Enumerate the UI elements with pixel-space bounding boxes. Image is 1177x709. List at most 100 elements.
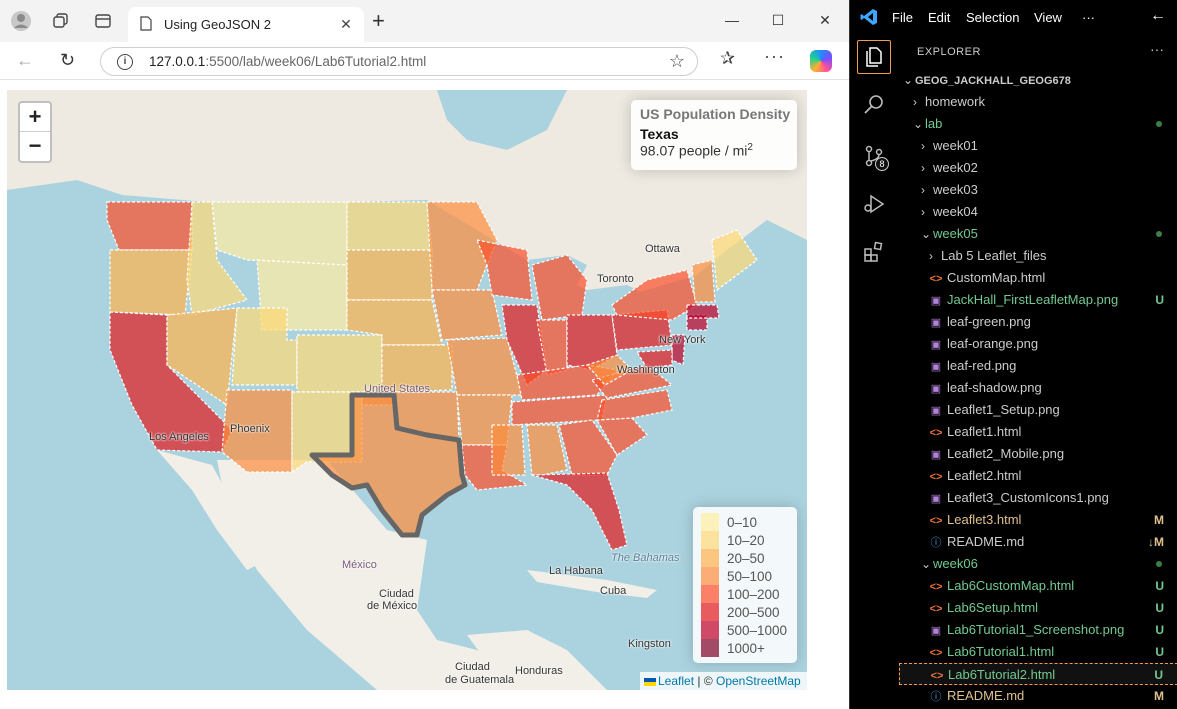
chevron-down-icon[interactable]: ⌄ — [903, 69, 915, 91]
minimize-icon[interactable]: — — [722, 10, 742, 30]
menu-selection[interactable]: Selection — [966, 10, 1019, 25]
menu-file[interactable]: File — [892, 10, 913, 25]
site-info-icon[interactable]: i — [117, 54, 133, 70]
new-tab-icon[interactable]: + — [372, 10, 385, 32]
close-tab-icon[interactable]: ✕ — [338, 16, 354, 32]
tree-label: Lab 5 Leaflet_files — [941, 248, 1047, 263]
vscode-titlebar: File Edit Selection View ··· ← — [850, 0, 1177, 35]
legend-label: 50–100 — [727, 568, 773, 584]
search-icon[interactable] — [857, 87, 891, 121]
info-state-name: Texas — [640, 126, 679, 142]
zoom-out-button[interactable]: − — [20, 132, 50, 161]
tree-file[interactable]: <> Leaflet3.html M — [899, 509, 1177, 531]
tree-folder[interactable]: ⌄ week05 — [899, 223, 1177, 245]
tree-file[interactable]: ▣ Leaflet1_Setup.png — [899, 399, 1177, 421]
label-cuba: Cuba — [600, 585, 627, 597]
tree-file[interactable]: ▣ JackHall_FirstLeafletMap.png U — [899, 289, 1177, 311]
legend-label: 100–200 — [727, 586, 780, 602]
tree-file[interactable]: <> CustomMap.html — [899, 267, 1177, 289]
tree-file[interactable]: ⓘ README.md M — [899, 685, 1177, 707]
tree-folder[interactable]: › week03 — [899, 179, 1177, 201]
legend-label: 1000+ — [727, 640, 765, 656]
explorer-icon[interactable] — [857, 40, 891, 74]
star-icon[interactable]: ☆ — [669, 51, 685, 72]
tree-folder[interactable]: ⌄ week06 — [899, 553, 1177, 575]
zoom-in-button[interactable]: + — [20, 103, 50, 132]
extensions-icon[interactable] — [857, 235, 891, 269]
tree-label: Lab6Tutorial1.html — [947, 644, 1055, 659]
tree-file[interactable]: ▣ Leaflet2_Mobile.png — [899, 443, 1177, 465]
tree-file[interactable]: ⓘ README.md ↓M — [899, 531, 1177, 553]
run-debug-icon[interactable] — [857, 187, 891, 221]
tree-folder[interactable]: › homework — [899, 91, 1177, 113]
state-washington — [106, 201, 193, 251]
source-control-icon[interactable]: 8 — [857, 139, 891, 173]
legend-row: 1000+ — [701, 639, 789, 657]
profile-icon[interactable] — [9, 9, 33, 33]
osm-link[interactable]: OpenStreetMap — [716, 674, 801, 688]
window-close-icon[interactable]: ✕ — [815, 10, 835, 30]
more-icon[interactable]: ··· — [764, 46, 785, 67]
tree-folder[interactable]: › Lab 5 Leaflet_files — [899, 245, 1177, 267]
tree-file[interactable]: <> Lab6Tutorial1.html U — [899, 641, 1177, 663]
chevron-right-icon[interactable]: › — [913, 91, 925, 113]
tree-folder[interactable]: › week01 — [899, 135, 1177, 157]
tree-file[interactable]: ▣ leaf-shadow.png — [899, 377, 1177, 399]
tree-file[interactable]: ▣ leaf-red.png — [899, 355, 1177, 377]
vertical-tabs-icon[interactable] — [91, 9, 115, 33]
tree-file[interactable]: <> Lab6Setup.html U — [899, 597, 1177, 619]
label-newyork: New York — [659, 334, 706, 346]
tree-folder[interactable]: › week04 — [899, 201, 1177, 223]
chevron-right-icon[interactable]: › — [921, 179, 933, 201]
back-icon[interactable]: ← — [16, 50, 34, 71]
chevron-right-icon[interactable]: › — [921, 157, 933, 179]
legend-row: 100–200 — [701, 585, 789, 603]
tree-folder[interactable]: › week02 — [899, 157, 1177, 179]
chevron-down-icon[interactable]: ⌄ — [913, 113, 925, 135]
leaflet-link[interactable]: Leaflet — [658, 674, 694, 688]
leaflet-map[interactable]: Ottawa Toronto New York Washington Unite… — [7, 90, 807, 690]
chevron-right-icon[interactable]: › — [921, 201, 933, 223]
png-file-icon: ▣ — [930, 449, 942, 461]
tab-active[interactable]: Using GeoJSON 2 ✕ — [128, 7, 364, 42]
legend-label: 20–50 — [727, 550, 765, 566]
state-iowa — [431, 289, 503, 341]
menu-edit[interactable]: Edit — [928, 10, 950, 25]
html-file-icon: <> — [929, 647, 943, 659]
reload-icon[interactable]: ↻ — [60, 50, 75, 71]
legend-swatch — [701, 621, 719, 639]
legend-label: 0–10 — [727, 514, 758, 530]
tree-file[interactable]: <> Leaflet1.html — [899, 421, 1177, 443]
tree-label: Leaflet2.html — [947, 468, 1022, 483]
chevron-down-icon[interactable]: ⌄ — [921, 223, 933, 245]
chevron-right-icon[interactable]: › — [921, 135, 933, 157]
tree-file[interactable]: <> Lab6Tutorial2.html U — [899, 663, 1177, 685]
menu-more[interactable]: ··· — [1082, 10, 1095, 25]
back-arrow-icon[interactable]: ← — [1150, 7, 1166, 25]
chevron-right-icon[interactable]: › — [929, 245, 941, 267]
legend-swatch — [701, 549, 719, 567]
maximize-icon[interactable]: ☐ — [768, 10, 788, 30]
menu-view[interactable]: View — [1034, 10, 1062, 25]
modified-dot-icon — [1156, 231, 1162, 237]
url-text[interactable]: 127.0.0.1:5500/lab/week06/Lab6Tutorial2.… — [149, 54, 426, 69]
legend-label: 500–1000 — [727, 622, 788, 638]
favorites-icon[interactable]: ✰ — [720, 48, 735, 69]
chevron-down-icon[interactable]: ⌄ — [921, 553, 933, 575]
tree-file[interactable]: <> Leaflet2.html — [899, 465, 1177, 487]
modified-dot-icon — [1156, 561, 1162, 567]
tree-file[interactable]: <> Lab6CustomMap.html U — [899, 575, 1177, 597]
url-field[interactable]: i 127.0.0.1:5500/lab/week06/Lab6Tutorial… — [100, 47, 698, 76]
workspaces-icon[interactable] — [49, 9, 73, 33]
explorer-more-icon[interactable]: ··· — [1150, 41, 1164, 57]
tree-folder[interactable]: ⌄ GEOG_JACKHALL_GEOG678 — [899, 69, 1177, 91]
tree-folder[interactable]: ⌄ lab — [899, 113, 1177, 135]
tree-file[interactable]: ▣ Lab6Tutorial1_Screenshot.png U — [899, 619, 1177, 641]
state-mississippi — [491, 424, 526, 476]
tree-file[interactable]: ▣ leaf-green.png — [899, 311, 1177, 333]
tree-file[interactable]: ▣ Leaflet3_CustomIcons1.png — [899, 487, 1177, 509]
tree-file[interactable]: ▣ leaf-orange.png — [899, 333, 1177, 355]
tree-label: Leaflet2_Mobile.png — [947, 446, 1065, 461]
tree-label: leaf-shadow.png — [947, 380, 1042, 395]
copilot-icon[interactable] — [810, 50, 832, 72]
